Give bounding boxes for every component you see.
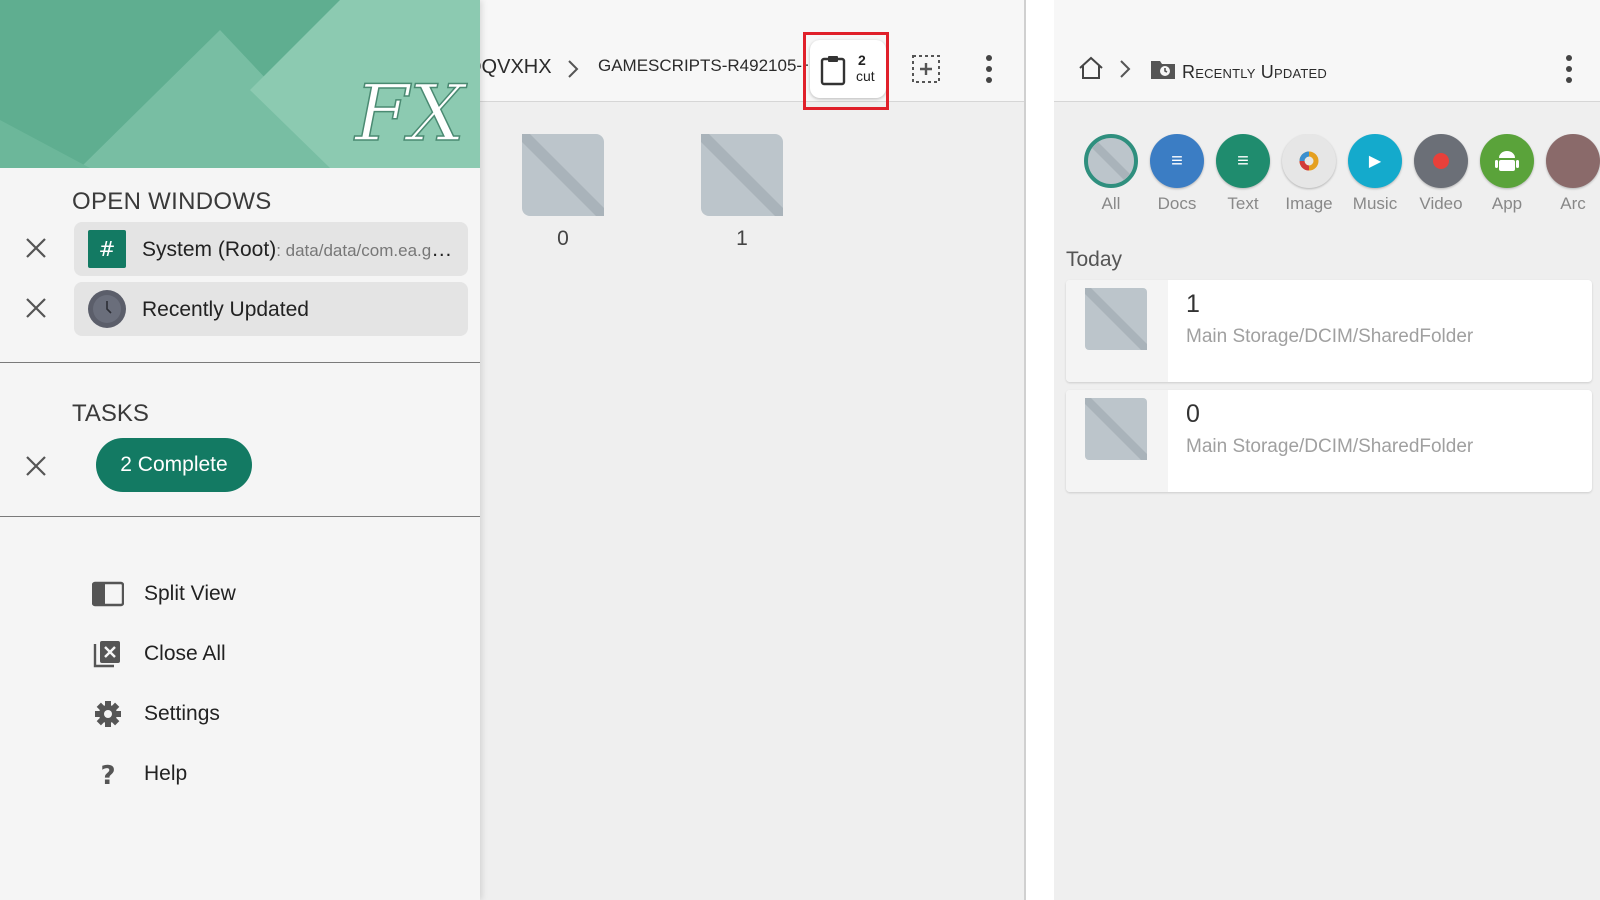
filter-music[interactable]: ▶ Music	[1344, 134, 1406, 214]
menu-label: Split View	[144, 582, 236, 605]
filter-label: Music	[1352, 194, 1398, 213]
open-windows-heading: OPEN WINDOWS	[72, 188, 272, 215]
android-icon	[1480, 134, 1534, 188]
filter-image[interactable]: Image	[1278, 134, 1340, 214]
chevron-right-icon	[1120, 60, 1131, 78]
filter-all[interactable]: All	[1080, 134, 1142, 214]
close-icon[interactable]	[24, 236, 48, 260]
close-icon[interactable]	[24, 296, 48, 320]
file-browser-toolbar: QQVXHX GAMESCRIPTS-R492105-H4 2 cut	[470, 0, 1026, 110]
close-all-icon	[93, 641, 120, 668]
select-area-icon[interactable]	[911, 54, 941, 84]
filter-label: Text	[1227, 194, 1259, 213]
window-path: : data/data/com.ea.game....	[276, 241, 460, 260]
breadcrumb-item[interactable]: GAMESCRIPTS-R492105-H4	[598, 56, 808, 76]
more-vert-icon[interactable]	[1564, 54, 1574, 84]
navigation-drawer: FX OPEN WINDOWS # System (Root): data/da…	[0, 0, 480, 900]
file-thumbnail-icon	[1085, 288, 1147, 350]
recently-updated-pane: Recently Updated All ≡ Docs ≡ Text Image…	[1054, 0, 1600, 900]
file-thumbnail-icon	[701, 134, 783, 216]
breadcrumb-item[interactable]: QQVXHX	[470, 56, 552, 79]
filter-label: Docs	[1157, 194, 1197, 213]
chevron-right-icon	[568, 60, 579, 78]
file-path: Main Storage/DCIM/SharedFolder	[1186, 436, 1474, 457]
svg-text:#: #	[99, 237, 116, 261]
hash-icon: #	[88, 230, 126, 268]
filter-text[interactable]: ≡ Text	[1212, 134, 1274, 214]
home-icon[interactable]	[1078, 56, 1104, 80]
window-title: System (Root)	[142, 238, 277, 261]
gear-icon	[95, 701, 121, 727]
menu-label: Help	[144, 762, 188, 785]
folder-clock-icon	[1151, 61, 1175, 79]
file-path: Main Storage/DCIM/SharedFolder	[1186, 326, 1474, 347]
menu-help[interactable]: ? Help	[92, 754, 452, 794]
recent-file-card[interactable]: 1 Main Storage/DCIM/SharedFolder	[1066, 280, 1592, 382]
filter-label: App	[1491, 194, 1523, 213]
window-title-row: System (Root): data/data/com.ea.game....	[142, 238, 460, 262]
thumbnail-area	[1066, 280, 1168, 382]
category-filter-row: All ≡ Docs ≡ Text Image ▶ Music Video Ap…	[1078, 134, 1600, 224]
open-window-recently-updated[interactable]: Recently Updated	[74, 282, 468, 336]
file-name: 1	[736, 227, 748, 250]
drawer-header-banner: FX	[0, 0, 480, 168]
divider	[0, 362, 480, 363]
pane-title: Recently Updated	[1182, 62, 1327, 82]
menu-label: Close All	[144, 642, 226, 665]
file-name: 1	[1186, 290, 1200, 318]
menu-label: Settings	[144, 702, 220, 725]
tasks-heading: TASKS	[72, 400, 149, 427]
text-icon: ≡	[1216, 134, 1270, 188]
section-header: Today	[1066, 248, 1123, 271]
recent-toolbar: Recently Updated	[1054, 0, 1600, 102]
window-title: Recently Updated	[142, 298, 309, 321]
filter-docs[interactable]: ≡ Docs	[1146, 134, 1208, 214]
file-name: 0	[1186, 400, 1200, 428]
filter-label: Arc	[1560, 194, 1586, 213]
clock-icon	[88, 290, 126, 328]
filter-app[interactable]: App	[1476, 134, 1538, 214]
help-icon: ?	[100, 761, 115, 788]
menu-split-view[interactable]: Split View	[92, 574, 452, 614]
all-icon	[1084, 134, 1138, 188]
menu-settings[interactable]: Settings	[92, 694, 452, 734]
more-vert-icon[interactable]	[984, 54, 994, 84]
file-name: 0	[557, 227, 569, 250]
filter-archive[interactable]: Arc	[1542, 134, 1600, 214]
filter-label: Video	[1419, 194, 1463, 213]
thumbnail-area	[1066, 390, 1168, 492]
recent-file-card[interactable]: 0 Main Storage/DCIM/SharedFolder	[1066, 390, 1592, 492]
highlight-box	[803, 32, 889, 110]
svg-text:?: ?	[100, 761, 115, 788]
split-view-icon	[92, 581, 124, 607]
music-icon: ▶	[1348, 134, 1402, 188]
file-item[interactable]: 1	[697, 134, 787, 251]
file-thumbnail-icon	[1085, 398, 1147, 460]
divider	[0, 516, 480, 517]
fx-logo: FX	[353, 69, 468, 159]
filter-label: Image	[1285, 194, 1333, 213]
docs-icon: ≡	[1150, 134, 1204, 188]
image-icon	[1282, 134, 1336, 188]
close-icon[interactable]	[24, 454, 48, 478]
file-browser-pane: QQVXHX GAMESCRIPTS-R492105-H4 2 cut 0 1	[470, 0, 1026, 900]
menu-close-all[interactable]: Close All	[92, 634, 452, 674]
task-status-button[interactable]: 2 Complete	[96, 438, 252, 492]
pane-gutter	[1026, 0, 1054, 900]
file-thumbnail-icon	[522, 134, 604, 216]
filter-video[interactable]: Video	[1410, 134, 1472, 214]
video-icon	[1414, 134, 1468, 188]
open-window-system-root[interactable]: # System (Root): data/data/com.ea.game..…	[74, 222, 468, 276]
archive-icon	[1546, 134, 1600, 188]
file-item[interactable]: 0	[518, 134, 608, 251]
filter-label: All	[1101, 194, 1121, 213]
